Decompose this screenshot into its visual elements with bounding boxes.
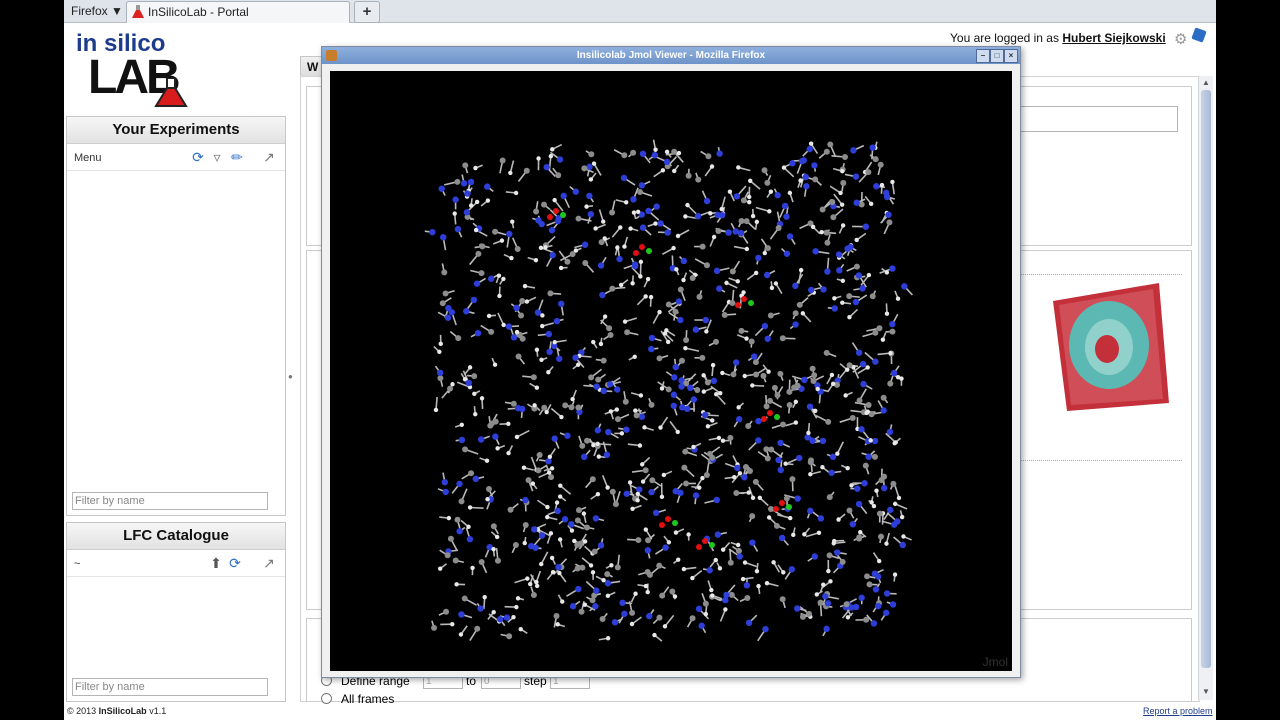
popup-title-text: Insilicolab Jmol Viewer - Mozilla Firefo… (576, 50, 766, 61)
lfc-toolbar: ~ ⬆ ⟳ ↗ (67, 550, 285, 577)
close-button[interactable]: × (1004, 49, 1018, 63)
workspace-text-field[interactable] (1020, 106, 1178, 132)
browser-tabbar: Firefox ▼ InSilicoLab - Portal + (64, 0, 1216, 23)
refresh-icon[interactable]: ⟳ (190, 149, 206, 165)
all-frames-radio[interactable] (321, 693, 332, 704)
firefox-menu-button[interactable]: Firefox ▼ (66, 2, 128, 20)
experiments-filter-input[interactable]: Filter by name (72, 492, 268, 510)
minimize-button[interactable]: – (976, 49, 990, 63)
insilicolab-logo[interactable]: in silico LAB (74, 30, 194, 110)
molecule-thumbnail-image[interactable] (1049, 281, 1171, 413)
jmol-watermark: Jmol (982, 655, 1008, 669)
workspace-scrollbar[interactable]: ▲ ▼ (1198, 76, 1213, 700)
experiments-toolbar: Menu ⟳ ▿ ✏ ↗ (67, 144, 285, 171)
splitter-handle[interactable]: ● (288, 372, 294, 381)
refresh-icon[interactable]: ⟳ (227, 555, 243, 571)
help-book-icon[interactable] (1191, 27, 1207, 43)
jmol-viewer-window: Insilicolab Jmol Viewer - Mozilla Firefo… (321, 46, 1021, 678)
login-prefix: You are logged in as (950, 31, 1059, 45)
experiments-menu-label[interactable]: Menu (74, 152, 102, 164)
firefox-menu-label: Firefox (71, 4, 108, 18)
molecule-render (424, 139, 913, 642)
scroll-down-icon[interactable]: ▼ (1200, 686, 1212, 698)
dropper-icon[interactable]: ✏ (229, 149, 245, 165)
login-info: You are logged in as Hubert Siejkowski ⚙ (950, 27, 1207, 48)
filter-icon[interactable]: ▿ (209, 149, 225, 165)
experiments-panel: Your Experiments Menu ⟳ ▿ ✏ ↗ Filter by … (66, 116, 286, 516)
maximize-button[interactable]: □ (990, 49, 1004, 63)
browser-window: Firefox ▼ InSilicoLab - Portal + in sili… (64, 0, 1216, 720)
gear-icon[interactable]: ⚙ (1174, 30, 1187, 48)
divider (1020, 460, 1182, 461)
flask-favicon-icon (132, 5, 144, 18)
lfc-catalogue-panel: LFC Catalogue ~ ⬆ ⟳ ↗ Filter by name (66, 522, 286, 702)
external-window-icon[interactable]: ↗ (261, 149, 277, 165)
user-name-link[interactable]: Hubert Siejkowski (1062, 31, 1165, 45)
divider (1020, 274, 1182, 275)
popup-titlebar[interactable]: Insilicolab Jmol Viewer - Mozilla Firefo… (322, 47, 1020, 64)
flask-logo-icon (154, 78, 188, 107)
tab-title: InSilicoLab - Portal (148, 5, 249, 19)
report-problem-link[interactable]: Report a problem (1143, 706, 1213, 716)
scroll-up-icon[interactable]: ▲ (1200, 77, 1212, 89)
experiments-panel-title: Your Experiments (67, 117, 285, 144)
footer-copyright: © 2013 InSilicoLab v1.1 (67, 706, 166, 716)
lfc-filter-input[interactable]: Filter by name (72, 678, 268, 696)
chevron-down-icon: ▼ (111, 4, 123, 18)
copyright-prefix: © 2013 (67, 706, 97, 716)
up-arrow-icon[interactable]: ⬆ (208, 555, 224, 571)
new-tab-button[interactable]: + (354, 1, 380, 23)
scrollbar-thumb[interactable] (1201, 90, 1211, 668)
all-frames-label: All frames (341, 692, 395, 706)
firefox-window-icon (326, 50, 337, 61)
lfc-panel-title: LFC Catalogue (67, 523, 285, 550)
browser-tab-portal[interactable]: InSilicoLab - Portal (126, 1, 350, 23)
lfc-path-label: ~ (74, 558, 81, 570)
version-label: v1.1 (149, 706, 167, 716)
external-window-icon[interactable]: ↗ (261, 555, 277, 571)
copyright-name: InSilicoLab (98, 706, 147, 716)
jmol-3d-canvas[interactable]: Jmol (330, 71, 1012, 671)
